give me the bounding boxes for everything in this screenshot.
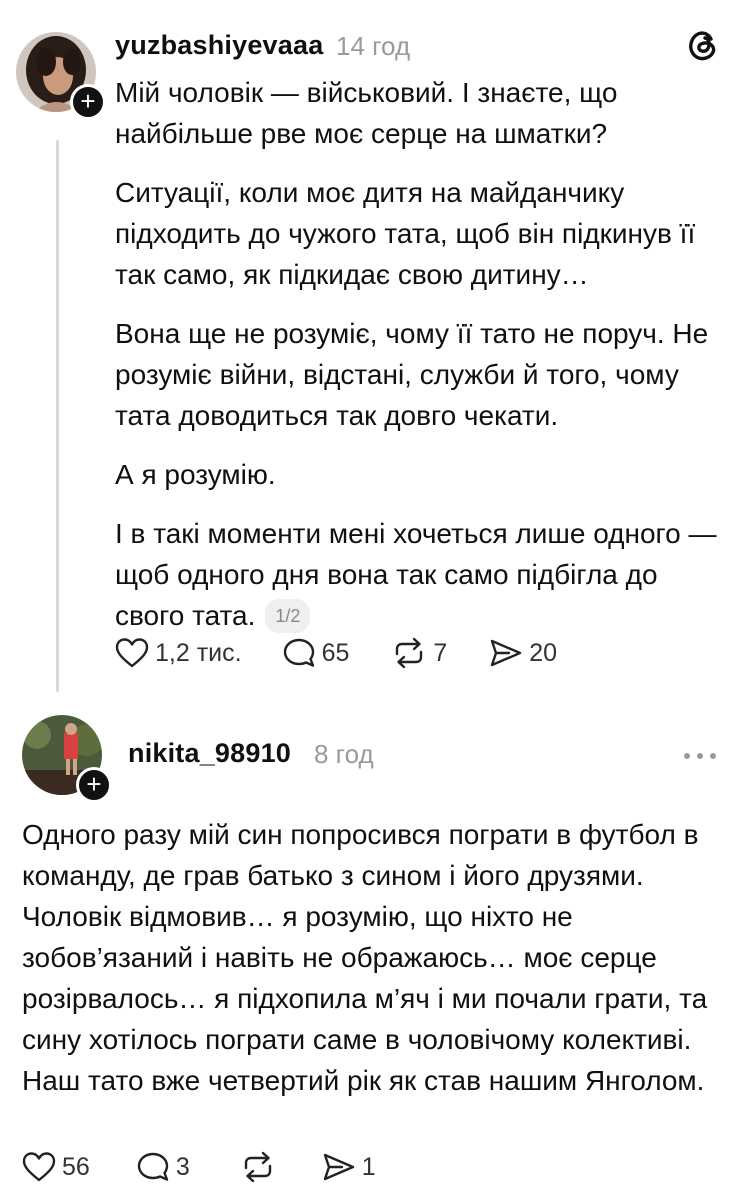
thread-connector-line xyxy=(56,140,59,692)
post-paragraph: Ситуації, коли моє дитя на майданчику пі… xyxy=(115,177,696,290)
post-timestamp: 14 год xyxy=(336,31,411,61)
send-icon xyxy=(489,637,523,669)
post-actions: 1,2 тис. 65 7 20 xyxy=(115,637,557,669)
post-timestamp: 8 год xyxy=(314,739,374,769)
post-body: Одного разу мій син попросився пограти в… xyxy=(22,814,722,1101)
post-author-username[interactable]: yuzbashiyevaaa xyxy=(115,30,323,61)
repost-button[interactable]: 7 xyxy=(391,637,447,669)
post-paragraph: Одного разу мій син попросився пограти в… xyxy=(22,819,708,1096)
post-paragraph-last: І в такі моменти мені хочеться лише одно… xyxy=(115,513,725,636)
heart-icon xyxy=(22,1151,56,1183)
repost-button[interactable] xyxy=(240,1151,282,1183)
comment-bubble-icon xyxy=(136,1151,170,1183)
post-actions: 56 3 1 xyxy=(22,1151,376,1183)
like-button[interactable]: 1,2 тис. xyxy=(115,637,242,669)
like-count: 56 xyxy=(62,1152,90,1181)
repost-icon xyxy=(240,1151,276,1183)
comment-bubble-icon xyxy=(282,637,316,669)
post-1: + yuzbashiyevaaa 14 год Мій чоловік — ві… xyxy=(0,0,743,700)
more-dots-icon[interactable] xyxy=(683,748,717,766)
post-paragraph: Вона ще не розуміє, чому її тато не пору… xyxy=(115,318,709,431)
avatar-yuzbashiyevaaa[interactable]: + xyxy=(16,32,106,120)
post-paragraph: І в такі моменти мені хочеться лише одно… xyxy=(115,518,717,631)
share-count: 20 xyxy=(529,638,558,667)
comment-count: 3 xyxy=(175,1152,190,1181)
like-button[interactable]: 56 xyxy=(22,1151,90,1183)
follow-plus-icon[interactable]: + xyxy=(76,767,112,803)
comment-count: 65 xyxy=(321,638,350,667)
share-button[interactable]: 1 xyxy=(322,1151,376,1183)
post-body: Мій чоловік — військовий. І знаєте, що н… xyxy=(115,72,725,654)
post-2: + nikita_98910 8 год Одного разу мій син… xyxy=(0,700,743,1200)
page-indicator-badge[interactable]: 1/2 xyxy=(265,599,311,633)
send-icon xyxy=(322,1151,356,1183)
like-count: 1,2 тис. xyxy=(155,638,242,667)
post-author-username[interactable]: nikita_98910 xyxy=(128,738,291,769)
avatar-nikita-98910[interactable]: + xyxy=(22,715,112,803)
comment-button[interactable]: 3 xyxy=(136,1151,190,1183)
threads-logo-icon[interactable] xyxy=(685,27,721,68)
comment-button[interactable]: 65 xyxy=(282,637,350,669)
share-button[interactable]: 20 xyxy=(489,637,557,669)
repost-icon xyxy=(391,637,427,669)
follow-plus-icon[interactable]: + xyxy=(70,84,106,120)
heart-icon xyxy=(115,637,149,669)
share-count: 1 xyxy=(361,1152,376,1181)
post-paragraph: Мій чоловік — військовий. І знаєте, що н… xyxy=(115,77,618,149)
repost-count: 7 xyxy=(433,638,448,667)
post-paragraph: А я розумію. xyxy=(115,459,276,490)
